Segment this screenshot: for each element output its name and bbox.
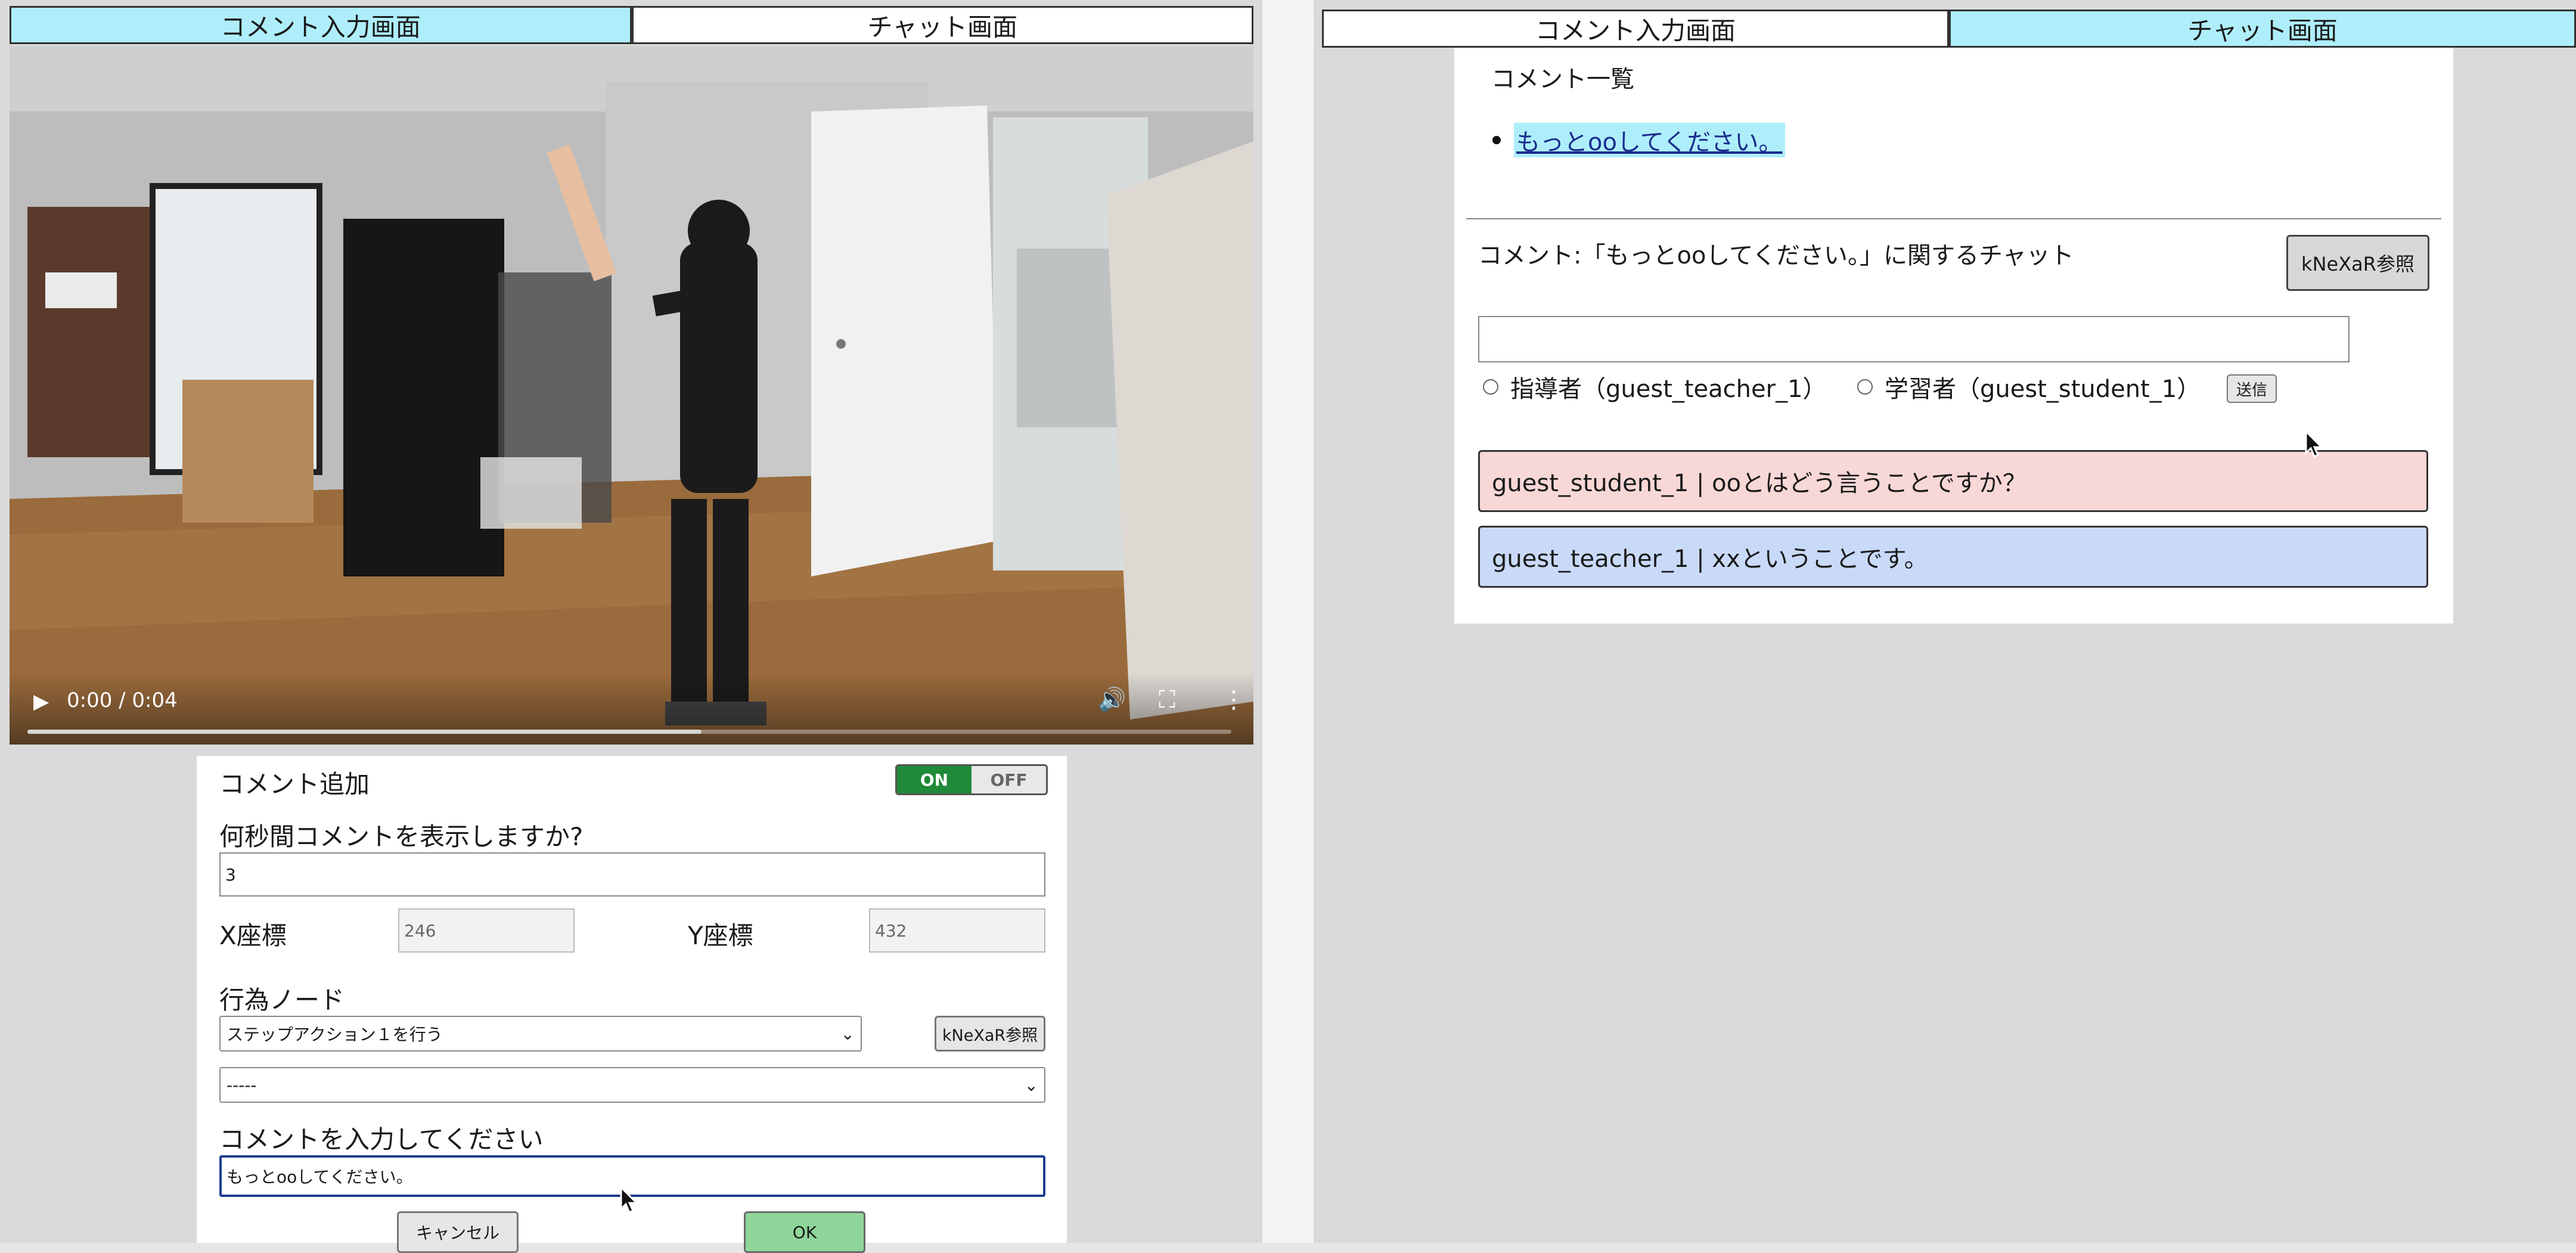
role-label-teacher: 指導者（guest_teacher_1） xyxy=(1510,376,1827,403)
ok-button[interactable]: OK xyxy=(744,1211,865,1253)
volume-icon[interactable]: 🔊 xyxy=(1098,686,1126,713)
comment-input-label: コメントを入力してください xyxy=(219,1125,544,1154)
duration-label: 何秒間コメントを表示しますか? xyxy=(219,822,584,851)
chat-content: コメント一覧 もっとooしてください。 コメント:「もっとooしてください。」に… xyxy=(1454,48,2453,624)
chat-message-input[interactable] xyxy=(1478,316,2350,362)
cancel-button[interactable]: キャンセル xyxy=(397,1211,519,1253)
video-time: 0:00 / 0:04 xyxy=(67,688,178,712)
mouse-cursor-icon xyxy=(620,1186,638,1214)
role-label-student: 学習者（guest_student_1） xyxy=(1885,376,2201,403)
sub-node-selected: ----- xyxy=(226,1075,257,1095)
x-coordinate-label: X座標 xyxy=(219,921,287,950)
comment-form: コメント追加 ON OFF 何秒間コメントを表示しますか? 3 X座標 246 … xyxy=(197,756,1067,1253)
chevron-down-icon: ⌄ xyxy=(1024,1075,1038,1095)
radio-button[interactable] xyxy=(1483,379,1498,395)
sub-node-select[interactable]: ----- ⌄ xyxy=(219,1067,1045,1103)
knexar-reference-button[interactable]: kNeXaR参照 xyxy=(935,1016,1045,1052)
chat-message-teacher: guest_teacher_1 | xxということです。 xyxy=(1478,526,2428,588)
x-coordinate-input[interactable]: 246 xyxy=(398,908,575,953)
toggle-on[interactable]: ON xyxy=(897,766,972,793)
comment-list-title: コメント一覧 xyxy=(1491,66,1634,93)
send-button[interactable]: 送信 xyxy=(2227,374,2277,403)
action-node-selected: ステップアクション１を行う xyxy=(226,1025,443,1044)
left-tab-bar: コメント入力画面 チャット画面 xyxy=(10,6,1253,44)
duration-input[interactable]: 3 xyxy=(219,852,1045,897)
chevron-down-icon: ⌄ xyxy=(840,1024,855,1044)
play-icon[interactable]: ▶ xyxy=(33,690,49,714)
toggle-off[interactable]: OFF xyxy=(972,766,1046,793)
right-tab-bar: コメント入力画面 チャット画面 xyxy=(1322,10,2576,48)
video-progress-bar[interactable] xyxy=(27,730,1231,734)
comment-toggle[interactable]: ON OFF xyxy=(895,764,1048,795)
video-controls: ▶ 0:00 / 0:04 🔊 ⛶ ⋮ xyxy=(10,673,1253,745)
panel-gap xyxy=(1262,0,1314,1243)
mouse-cursor-icon xyxy=(2305,430,2323,458)
more-options-icon[interactable]: ⋮ xyxy=(1222,686,1246,714)
video-frame-image xyxy=(10,46,1253,745)
comment-input-panel: コメント入力画面 チャット画面 ▶ 0:00 / 0:04 🔊 ⛶ ⋮ コメント… xyxy=(0,0,1262,1253)
comment-link[interactable]: もっとooしてください。 xyxy=(1514,123,1785,157)
video-player[interactable]: ▶ 0:00 / 0:04 🔊 ⛶ ⋮ xyxy=(10,46,1253,745)
y-coordinate-label: Y座標 xyxy=(688,921,753,950)
video-progress-fill xyxy=(27,730,702,734)
add-comment-label: コメント追加 xyxy=(219,770,370,799)
tab-comment-input[interactable]: コメント入力画面 xyxy=(1322,10,1949,48)
divider xyxy=(1466,218,2441,219)
chat-title: コメント:「もっとooしてください。」に関するチャット xyxy=(1478,242,2074,269)
role-option-student[interactable]: 学習者（guest_student_1） xyxy=(1857,370,2201,404)
knexar-reference-button[interactable]: kNeXaR参照 xyxy=(2286,235,2429,291)
tab-chat[interactable]: チャット画面 xyxy=(1949,10,2576,48)
role-option-teacher[interactable]: 指導者（guest_teacher_1） xyxy=(1483,370,1827,404)
y-coordinate-input[interactable]: 432 xyxy=(869,908,1045,953)
action-node-label: 行為ノード xyxy=(219,985,345,1015)
action-node-select[interactable]: ステップアクション１を行う ⌄ xyxy=(219,1016,862,1052)
chat-message-student: guest_student_1 | ooとはどう言うことですか？ xyxy=(1478,450,2428,512)
tab-chat[interactable]: チャット画面 xyxy=(631,6,1253,44)
radio-button[interactable] xyxy=(1857,379,1873,395)
list-bullet xyxy=(1492,136,1501,144)
chat-panel: コメント入力画面 チャット画面 コメント一覧 もっとooしてください。 コメント… xyxy=(1314,0,2576,1243)
tab-comment-input[interactable]: コメント入力画面 xyxy=(10,6,632,44)
fullscreen-icon[interactable]: ⛶ xyxy=(1159,686,1175,714)
